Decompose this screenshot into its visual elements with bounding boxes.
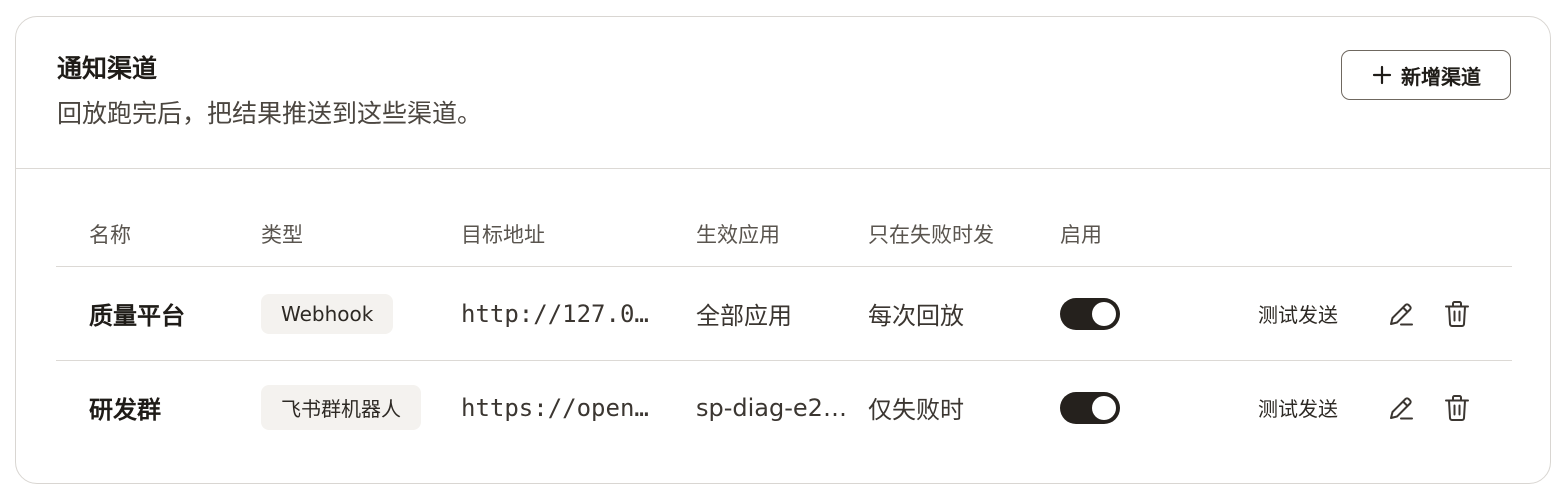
edit-button[interactable] xyxy=(1386,361,1416,454)
panel-subtitle: 回放跑完后，把结果推送到这些渠道。 xyxy=(57,99,483,128)
channel-type-badge: Webhook xyxy=(261,293,394,334)
column-header-target: 目标地址 xyxy=(461,223,545,247)
card-header: 通知渠道 回放跑完后，把结果推送到这些渠道。 新增渠道 xyxy=(16,17,1550,169)
trash-icon xyxy=(1445,300,1469,327)
channel-apps: 全部应用 xyxy=(696,302,792,330)
column-header-apps: 生效应用 xyxy=(696,223,780,247)
channel-name: 研发群 xyxy=(89,396,161,424)
add-channel-button[interactable]: 新增渠道 xyxy=(1341,50,1511,100)
channel-apps: sp-diag-e2… xyxy=(696,393,847,422)
channel-target-url: https://open… xyxy=(461,393,649,422)
pencil-icon xyxy=(1390,396,1413,419)
toggle-knob xyxy=(1092,395,1116,420)
delete-button[interactable] xyxy=(1443,267,1471,360)
toggle-knob xyxy=(1092,301,1116,326)
panel-title: 通知渠道 xyxy=(57,54,158,83)
table-row: 研发群 飞书群机器人 https://open… sp-diag-e2… 仅失败… xyxy=(56,361,1512,454)
enabled-toggle[interactable] xyxy=(1060,391,1120,424)
channel-fail-only: 仅失败时 xyxy=(868,396,964,424)
channel-fail-only: 每次回放 xyxy=(868,302,964,330)
column-header-fail-only: 只在失败时发 xyxy=(868,223,994,247)
plus-icon xyxy=(1372,65,1392,85)
test-send-button[interactable]: 测试发送 xyxy=(1258,267,1338,360)
column-header-enabled: 启用 xyxy=(1060,223,1102,247)
table-row: 质量平台 Webhook http://127.0… 全部应用 每次回放 测试发… xyxy=(56,267,1512,361)
column-header-type: 类型 xyxy=(261,223,303,247)
edit-button[interactable] xyxy=(1386,267,1416,360)
notification-channels-card: 通知渠道 回放跑完后，把结果推送到这些渠道。 新增渠道 名称 类型 目标地址 生… xyxy=(15,16,1551,484)
test-send-button[interactable]: 测试发送 xyxy=(1258,361,1338,454)
delete-button[interactable] xyxy=(1443,361,1471,454)
channel-target-url: http://127.0… xyxy=(461,299,649,328)
channels-table: 名称 类型 目标地址 生效应用 只在失败时发 启用 质量平台 Webhook h… xyxy=(56,207,1512,454)
pencil-icon xyxy=(1390,302,1413,325)
enabled-toggle[interactable] xyxy=(1060,297,1120,330)
add-channel-label: 新增渠道 xyxy=(1401,64,1481,89)
trash-icon xyxy=(1445,394,1469,421)
table-header: 名称 类型 目标地址 生效应用 只在失败时发 启用 xyxy=(56,207,1512,267)
channel-name: 质量平台 xyxy=(89,302,185,330)
channel-type-badge: 飞书群机器人 xyxy=(261,385,421,430)
column-header-name: 名称 xyxy=(89,223,131,247)
